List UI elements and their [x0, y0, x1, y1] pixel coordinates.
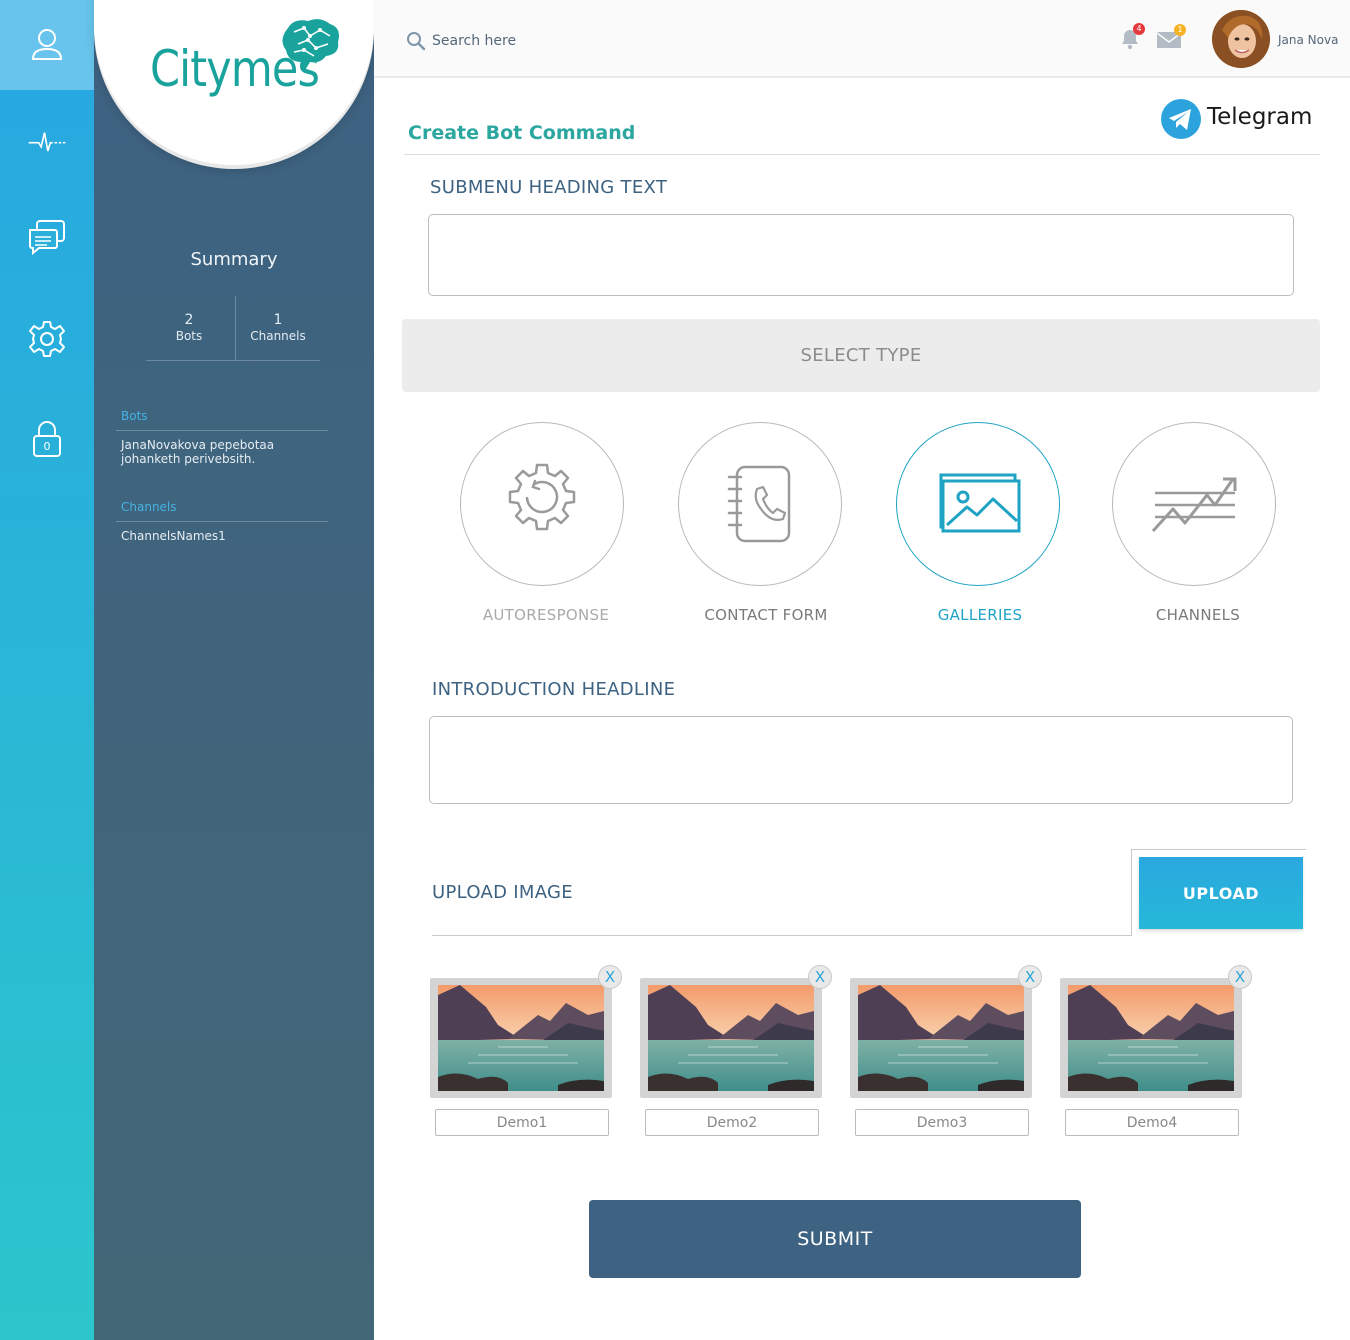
telegram-icon [1161, 99, 1201, 139]
type-contact-form-button[interactable] [678, 422, 842, 586]
app-root: 0 Citymes Summary 2 Bots 1 Channels Bots… [0, 0, 1350, 1340]
stat-bots[interactable]: 2 Bots [144, 312, 234, 344]
settings-icon [29, 321, 65, 357]
type-channels-label[interactable]: CHANNELS [1088, 606, 1308, 624]
image-thumbnail[interactable]: X [640, 965, 832, 1098]
submenu-heading-input[interactable] [428, 214, 1294, 296]
remove-image-icon[interactable]: X [1228, 965, 1252, 989]
notifications-badge: 4 [1133, 23, 1145, 35]
stat-channels-label: Channels [250, 329, 306, 343]
user-photo [1212, 10, 1270, 68]
remove-image-icon[interactable]: X [1018, 965, 1042, 989]
stat-channels-value: 1 [273, 312, 283, 328]
stat-bots-label: Bots [175, 329, 203, 343]
landscape-photo [648, 985, 814, 1091]
type-galleries-button[interactable] [896, 422, 1060, 586]
lock-count: 0 [44, 440, 51, 453]
rail-settings[interactable] [0, 294, 94, 384]
image-name-field[interactable] [645, 1109, 819, 1136]
type-autoresponse-label[interactable]: AUTORESPONSE [436, 606, 656, 624]
submenu-heading-label: SUBMENU HEADING TEXT [430, 177, 668, 198]
type-contact-form-label[interactable]: CONTACT FORM [656, 606, 876, 624]
type-autoresponse-button[interactable] [460, 422, 624, 586]
autoresponse-icon [508, 463, 576, 531]
landscape-photo [858, 985, 1024, 1091]
contact-form-icon [727, 465, 791, 543]
channel-list-item[interactable]: ChannelsNames1 [121, 529, 331, 543]
lock-icon: 0 [33, 421, 61, 457]
image-name-field[interactable] [1065, 1109, 1239, 1136]
remove-image-icon[interactable]: X [598, 965, 622, 989]
search-input[interactable] [432, 28, 732, 54]
type-channels-button[interactable] [1112, 422, 1276, 586]
user-name[interactable]: Jana Nova [1278, 33, 1338, 47]
channels-section-label: Channels [121, 500, 177, 514]
brain-logo-icon [282, 19, 339, 72]
topbar: 4 1 Jana Nova [374, 0, 1350, 78]
sidebar: Citymes Summary 2 Bots 1 Channels Bots J… [94, 0, 374, 1340]
user-icon [31, 29, 63, 60]
image-thumbnail[interactable]: X [850, 965, 1042, 1098]
image-thumbnail[interactable]: X [430, 965, 622, 1098]
summary-title: Summary [190, 249, 278, 270]
avatar[interactable] [1212, 10, 1270, 68]
landscape-photo [438, 985, 604, 1091]
title-divider [404, 154, 1320, 155]
image-name-field[interactable] [855, 1109, 1029, 1136]
image-name-field[interactable] [435, 1109, 609, 1136]
stat-bots-value: 2 [184, 312, 194, 328]
bots-section-label: Bots [121, 409, 148, 423]
bots-section-rule [116, 430, 328, 431]
platform-name: Telegram [1207, 104, 1313, 130]
search-icon [407, 32, 426, 51]
icon-rail: 0 [0, 0, 94, 1340]
stat-underline [146, 360, 320, 361]
submit-button[interactable]: SUBMIT [589, 1200, 1081, 1278]
remove-image-icon[interactable]: X [808, 965, 832, 989]
upload-divider [432, 935, 1132, 936]
rail-profile[interactable] [0, 0, 94, 90]
rail-messages[interactable] [0, 192, 94, 282]
chat-icon [29, 220, 65, 256]
landscape-photo [1068, 985, 1234, 1091]
upload-image-label: UPLOAD IMAGE [432, 882, 573, 903]
page-title: Create Bot Command [408, 122, 636, 144]
image-thumbnail[interactable]: X [1060, 965, 1252, 1098]
messages-badge: 1 [1174, 24, 1186, 36]
rail-lock[interactable]: 0 [0, 394, 94, 484]
stat-channels[interactable]: 1 Channels [233, 312, 323, 344]
activity-icon [28, 132, 66, 152]
gallery-icon [939, 473, 1021, 533]
bot-list-item[interactable]: JanaNovakova pepebotaa johanketh periveb… [121, 438, 331, 466]
channels-chart-icon [1151, 477, 1237, 533]
type-galleries-label[interactable]: GALLERIES [870, 606, 1090, 624]
select-type-bar[interactable]: SELECT TYPE [402, 319, 1320, 392]
channels-section-rule [116, 521, 328, 522]
rail-activity[interactable] [0, 96, 94, 186]
upload-button[interactable]: UPLOAD [1139, 857, 1303, 929]
introduction-headline-label: INTRODUCTION HEADLINE [432, 679, 676, 700]
introduction-headline-input[interactable] [429, 716, 1293, 804]
